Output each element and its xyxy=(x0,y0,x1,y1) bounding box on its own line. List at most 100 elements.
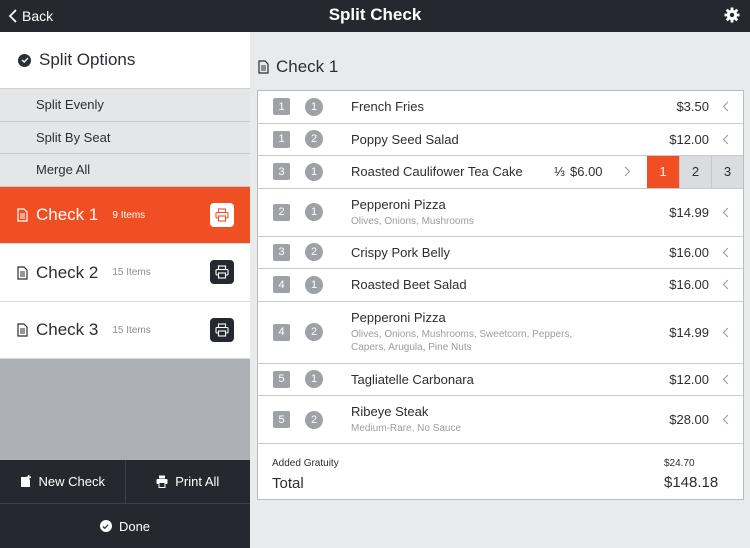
table-row[interactable]: 4 1 Roasted Beet Salad $16.00 xyxy=(258,269,743,302)
top-bar: Back Split Check xyxy=(0,0,750,32)
table-row[interactable]: 1 1 French Fries $3.50 xyxy=(258,91,743,124)
split-option-1[interactable]: 1 xyxy=(647,156,679,188)
item-name: Roasted Caulifower Tea Cake xyxy=(351,164,523,180)
item-price: $3.50 xyxy=(676,99,709,115)
print-check-button[interactable] xyxy=(210,260,234,285)
new-check-label: New Check xyxy=(38,474,105,489)
seat-badge: 2 xyxy=(273,203,290,221)
print-all-button[interactable]: Print All xyxy=(124,460,251,503)
table-row-split[interactable]: 3 1 Roasted Caulifower Tea Cake ⅓ $6.00 … xyxy=(258,156,743,189)
table-row[interactable]: 3 2 Crispy Pork Belly $16.00 xyxy=(258,237,743,269)
check-list-item-3[interactable]: Check 3 15 Items xyxy=(0,301,250,360)
chevron-left-icon[interactable] xyxy=(722,207,729,218)
guest-badge: 2 xyxy=(305,243,323,262)
gratuity-label: Added Gratuity xyxy=(272,458,339,469)
chevron-left-icon[interactable] xyxy=(722,134,729,145)
guest-badge: 1 xyxy=(305,275,323,294)
page-title: Split Check xyxy=(328,5,422,24)
seat-badge: 1 xyxy=(273,130,290,148)
item-text: Pepperoni Pizza Olives, Onions, Mushroom… xyxy=(351,310,572,354)
done-label: Done xyxy=(118,518,151,534)
chevron-left-icon[interactable] xyxy=(722,279,729,290)
split-options-title: Split Options xyxy=(39,50,136,69)
item-modifiers-line: Capers, Arugula, Pine Nuts xyxy=(351,342,472,353)
check-list-item-1[interactable]: Check 1 9 Items xyxy=(0,186,250,245)
split-selector: 1 2 3 xyxy=(647,156,743,188)
item-price: $16.00 xyxy=(669,244,709,260)
item-text: Ribeye Steak Medium-Rare, No Sauce xyxy=(351,404,461,435)
guest-badge: 2 xyxy=(305,410,323,429)
item-name: Crispy Pork Belly xyxy=(351,244,450,260)
total-label: Total xyxy=(272,475,304,492)
split-evenly-option[interactable]: Split Evenly xyxy=(0,89,250,122)
item-modifiers-line: Olives, Onions, Mushrooms, Sweetcorn, Pe… xyxy=(351,329,573,340)
split-fraction: ⅓ xyxy=(554,164,565,180)
guest-badge: 2 xyxy=(305,323,323,341)
item-price: $14.99 xyxy=(669,324,709,340)
chevron-left-icon[interactable] xyxy=(722,101,729,112)
split-option-2[interactable]: 2 xyxy=(679,156,711,188)
check-name: Check 3 xyxy=(36,320,99,340)
item-price: $12.00 xyxy=(669,371,709,387)
item-price: $14.99 xyxy=(669,204,709,220)
item-name: Pepperoni Pizza xyxy=(351,310,446,325)
guest-badge: 1 xyxy=(305,97,323,116)
guest-badge: 1 xyxy=(305,370,323,389)
guest-badge: 1 xyxy=(305,162,323,181)
item-modifiers: Medium-Rare, No Sauce xyxy=(351,423,462,434)
document-icon xyxy=(17,323,28,337)
check-list-item-2[interactable]: Check 2 15 Items xyxy=(0,244,250,302)
total-value: $148.18 xyxy=(664,474,719,491)
print-all-label: Print All xyxy=(175,474,220,489)
check-name: Check 1 xyxy=(36,205,99,225)
printer-icon xyxy=(215,265,229,279)
new-check-button[interactable]: New Check xyxy=(0,460,125,503)
chevron-left-icon[interactable] xyxy=(722,327,729,338)
split-by-seat-option[interactable]: Split By Seat xyxy=(0,121,250,155)
item-name: Roasted Beet Salad xyxy=(351,277,467,293)
seat-badge: 4 xyxy=(273,276,290,294)
chevron-left-icon[interactable] xyxy=(722,247,729,258)
item-name: French Fries xyxy=(351,99,424,115)
back-button[interactable]: Back xyxy=(8,0,53,32)
item-modifiers: Olives, Onions, Mushrooms xyxy=(351,215,474,227)
table-row[interactable]: 4 2 Pepperoni Pizza Olives, Onions, Mush… xyxy=(258,302,743,364)
chevron-right-icon[interactable] xyxy=(624,166,631,177)
print-check-button[interactable] xyxy=(210,202,234,227)
merge-all-option[interactable]: Merge All xyxy=(0,154,250,187)
seat-badge: 3 xyxy=(273,243,290,261)
split-option-3[interactable]: 3 xyxy=(711,156,743,188)
new-document-icon xyxy=(20,475,31,487)
item-name: Tagliatelle Carbonara xyxy=(351,371,474,387)
seat-badge: 1 xyxy=(273,98,290,116)
chevron-left-icon[interactable] xyxy=(722,374,729,385)
check-circle-icon xyxy=(99,520,112,532)
sidebar-bottom-bar: New Check Print All Done xyxy=(0,460,250,548)
seat-badge: 5 xyxy=(273,370,290,388)
check-totals: Added Gratuity $24.70 Total $148.18 xyxy=(258,444,743,499)
done-button[interactable]: Done xyxy=(0,504,250,548)
chevron-left-icon[interactable] xyxy=(722,414,729,425)
check-title: Check 1 xyxy=(258,57,338,77)
table-row[interactable]: 2 1 Pepperoni Pizza Olives, Onions, Mush… xyxy=(258,189,743,237)
item-price: $28.00 xyxy=(669,412,709,427)
table-row[interactable]: 5 2 Ribeye Steak Medium-Rare, No Sauce $… xyxy=(258,396,743,444)
item-modifiers: Olives, Onions, Mushrooms, Sweetcorn, Pe… xyxy=(351,328,572,354)
item-name: Ribeye Steak xyxy=(351,404,429,419)
table-row[interactable]: 5 1 Tagliatelle Carbonara $12.00 xyxy=(258,364,743,396)
item-price: $16.00 xyxy=(669,277,709,293)
printer-icon xyxy=(215,208,229,222)
split-options-header[interactable]: Split Options xyxy=(0,32,250,89)
guest-badge: 2 xyxy=(305,130,323,149)
check-item-count: 15 Items xyxy=(112,324,151,336)
seat-badge: 3 xyxy=(273,163,290,181)
item-name: Pepperoni Pizza xyxy=(351,196,446,212)
check-circle-icon xyxy=(18,53,31,67)
item-price: $12.00 xyxy=(669,131,709,147)
document-icon xyxy=(258,60,269,74)
gear-icon[interactable] xyxy=(724,7,740,23)
table-row[interactable]: 1 2 Poppy Seed Salad $12.00 xyxy=(258,124,743,156)
print-check-button[interactable] xyxy=(210,317,234,342)
printer-icon xyxy=(156,475,168,488)
check-item-count: 9 Items xyxy=(112,209,146,221)
